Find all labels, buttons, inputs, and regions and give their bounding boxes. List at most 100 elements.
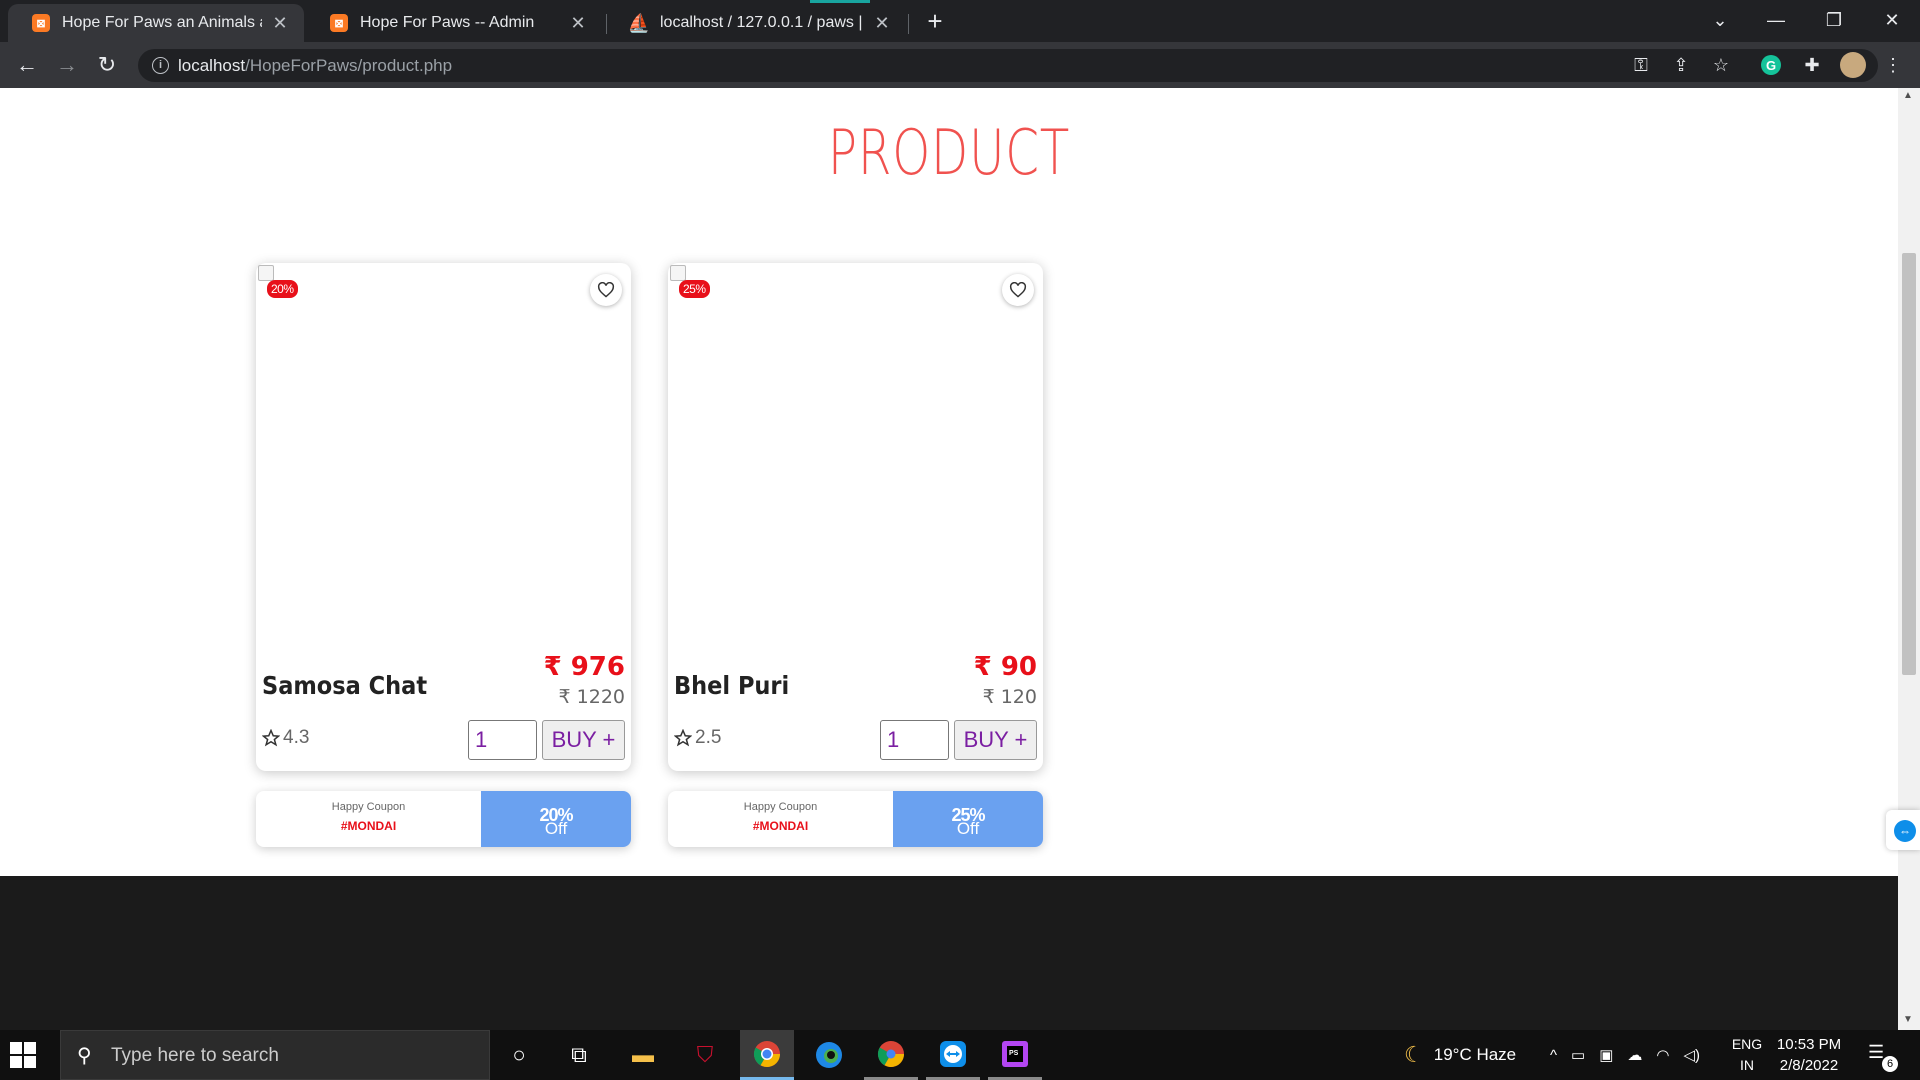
chrome-profile-taskbar-icon[interactable] xyxy=(864,1030,918,1080)
minimize-button[interactable]: — xyxy=(1748,0,1804,40)
star-icon xyxy=(262,729,280,747)
restore-button[interactable]: ❐ xyxy=(1806,0,1862,40)
input-language-indicator[interactable]: ENG IN xyxy=(1730,1034,1764,1076)
meet-now-icon[interactable]: ▣ xyxy=(1599,1046,1613,1064)
discount-badge: 20% xyxy=(267,280,298,298)
site-info-icon[interactable]: i xyxy=(152,57,169,74)
phpstorm-taskbar-icon[interactable]: PS xyxy=(988,1030,1042,1080)
teamviewer-taskbar-icon[interactable] xyxy=(926,1030,980,1080)
profile-avatar[interactable] xyxy=(1840,52,1866,78)
wifi-icon[interactable]: ◠ xyxy=(1656,1046,1669,1064)
clock-date: 2/8/2022 xyxy=(1779,1057,1839,1074)
chrome-icon xyxy=(753,1040,781,1067)
battery-icon[interactable]: ▭ xyxy=(1571,1046,1585,1064)
product-card-bhel-puri: 25% Bhel Puri ₹ 90 ₹ 120 2.5 1 BUY + xyxy=(668,263,1043,771)
tab-title: Hope For Paws -- Admin xyxy=(360,14,535,31)
cortana-circle-icon[interactable]: ○ xyxy=(492,1030,546,1080)
moon-haze-icon: ☾ xyxy=(1404,1042,1424,1067)
taskbar-clock[interactable]: 10:53 PM 2/8/2022 xyxy=(1772,1034,1846,1076)
xampp-favicon-icon: ⊠ xyxy=(32,14,50,32)
product-image xyxy=(668,263,1043,653)
svg-text:PS: PS xyxy=(1009,1050,1019,1057)
close-window-button[interactable]: ✕ xyxy=(1864,0,1920,40)
browser-toolbar: ← → ↻ i localhost/HopeForPaws/product.ph… xyxy=(0,42,1920,88)
onedrive-cloud-icon[interactable]: ☁ xyxy=(1627,1046,1642,1064)
password-key-icon[interactable]: ⚿ xyxy=(1628,52,1654,78)
taskbar-search-box[interactable]: ⚲ Type here to search xyxy=(60,1030,490,1080)
coupon-samosa-chat: Happy Coupon #MONDAI 20% Off xyxy=(256,791,631,847)
xampp-favicon-icon: ⊠ xyxy=(330,14,348,32)
product-name: Samosa Chat xyxy=(262,671,428,700)
broken-image-icon xyxy=(670,265,686,281)
share-icon[interactable]: ⇪ xyxy=(1668,52,1694,78)
browser-tab-2[interactable]: ⊠ Hope For Paws -- Admin ✕ xyxy=(306,4,602,42)
close-tab-icon[interactable]: ✕ xyxy=(568,13,588,34)
system-tray: ^ ▭ ▣ ☁ ◠ ◁) xyxy=(1550,1030,1700,1080)
buy-button[interactable]: BUY + xyxy=(954,720,1037,760)
coupon-code: #MONDAI xyxy=(752,819,809,833)
search-icon: ⚲ xyxy=(77,1045,92,1067)
coupon-info: Happy Coupon #MONDAI xyxy=(256,791,481,847)
coupon-code: #MONDAI xyxy=(340,819,397,833)
bookmark-star-icon[interactable]: ☆ xyxy=(1708,52,1734,78)
mcafee-shield-icon[interactable]: ⛉ xyxy=(678,1030,732,1080)
url-text[interactable]: localhost/HopeForPaws/product.php xyxy=(178,56,452,76)
heart-icon xyxy=(1009,282,1027,298)
coupon-off-label: Off xyxy=(544,819,568,838)
file-explorer-icon[interactable]: ▬ xyxy=(616,1030,670,1080)
product-old-price: ₹ 1220 xyxy=(558,686,625,708)
coupon-discount: 20% Off xyxy=(481,791,631,847)
clock-time: 10:53 PM xyxy=(1776,1036,1842,1053)
volume-icon[interactable]: ◁) xyxy=(1684,1046,1701,1064)
task-view-icon[interactable]: ⧉ xyxy=(552,1030,606,1080)
heart-icon xyxy=(597,282,615,298)
chrome-taskbar-icon[interactable] xyxy=(740,1030,794,1080)
show-hidden-icons-chevron-icon[interactable]: ^ xyxy=(1550,1047,1557,1064)
scrollbar-thumb[interactable] xyxy=(1902,253,1916,675)
notification-center-icon[interactable]: ☰ 6 xyxy=(1868,1042,1898,1072)
tab-search-icon[interactable]: ⌄ xyxy=(1692,0,1748,40)
scroll-down-arrow-icon[interactable]: ▼ xyxy=(1903,1014,1913,1025)
buy-button[interactable]: BUY + xyxy=(542,720,625,760)
chrome-icon xyxy=(877,1040,905,1067)
quantity-input[interactable]: 1 xyxy=(468,720,537,760)
weather-widget[interactable]: ☾ 19°C Haze xyxy=(1404,1030,1516,1080)
address-bar[interactable]: i localhost/HopeForPaws/product.php xyxy=(138,49,1878,82)
tab-title: Hope For Paws an Animals and Pe xyxy=(62,14,262,31)
coupon-label: Happy Coupon xyxy=(331,801,406,813)
star-icon xyxy=(674,729,692,747)
page-footer xyxy=(0,876,1898,1030)
browser-tab-bar: ⊠ Hope For Paws an Animals and Pe ✕ ⊠ Ho… xyxy=(0,0,1920,42)
edge-taskbar-icon[interactable] xyxy=(802,1030,856,1080)
reload-button[interactable]: ↻ xyxy=(92,50,122,80)
menu-kebab-icon[interactable]: ⋮ xyxy=(1880,52,1906,78)
tab-title: localhost / 127.0.0.1 / paws | php xyxy=(660,14,864,31)
quantity-input[interactable]: 1 xyxy=(880,720,949,760)
forward-button[interactable]: → xyxy=(52,50,82,80)
phpmyadmin-favicon-icon: ⛵ xyxy=(627,12,651,33)
extensions-puzzle-icon[interactable]: ✚ xyxy=(1799,52,1825,78)
windows-start-icon[interactable] xyxy=(10,1042,36,1068)
close-tab-icon[interactable]: ✕ xyxy=(270,13,290,34)
teamviewer-icon xyxy=(940,1040,966,1067)
back-button[interactable]: ← xyxy=(12,50,42,80)
product-name: Bhel Puri xyxy=(674,671,790,700)
grammarly-extension-icon[interactable]: G xyxy=(1761,55,1781,75)
product-old-price: ₹ 120 xyxy=(982,686,1037,708)
tab-strip-indicator xyxy=(810,0,870,3)
browser-tab-3[interactable]: ⛵ localhost / 127.0.0.1 / paws | php ✕ xyxy=(606,4,906,42)
close-tab-icon[interactable]: ✕ xyxy=(872,13,892,34)
wishlist-heart-button[interactable] xyxy=(1002,274,1034,306)
coupon-off-label: Off xyxy=(956,819,980,838)
teamviewer-arrows-icon: ⇔ xyxy=(1894,820,1916,842)
windows-taskbar: ⚲ Type here to search ○ ⧉ ▬ ⛉ PS ☾ 19°C … xyxy=(0,1030,1920,1080)
region-code: IN xyxy=(1740,1057,1754,1073)
teamviewer-widget[interactable]: ⇔ xyxy=(1886,810,1920,850)
browser-tab-1[interactable]: ⊠ Hope For Paws an Animals and Pe ✕ xyxy=(8,4,304,42)
new-tab-button[interactable]: + xyxy=(922,6,948,36)
scroll-up-arrow-icon[interactable]: ▲ xyxy=(1903,90,1913,101)
page-scrollbar[interactable]: ▲ ▼ xyxy=(1898,88,1920,1030)
language-code: ENG xyxy=(1731,1036,1763,1052)
wishlist-heart-button[interactable] xyxy=(590,274,622,306)
rating-value: 4.3 xyxy=(283,727,310,748)
